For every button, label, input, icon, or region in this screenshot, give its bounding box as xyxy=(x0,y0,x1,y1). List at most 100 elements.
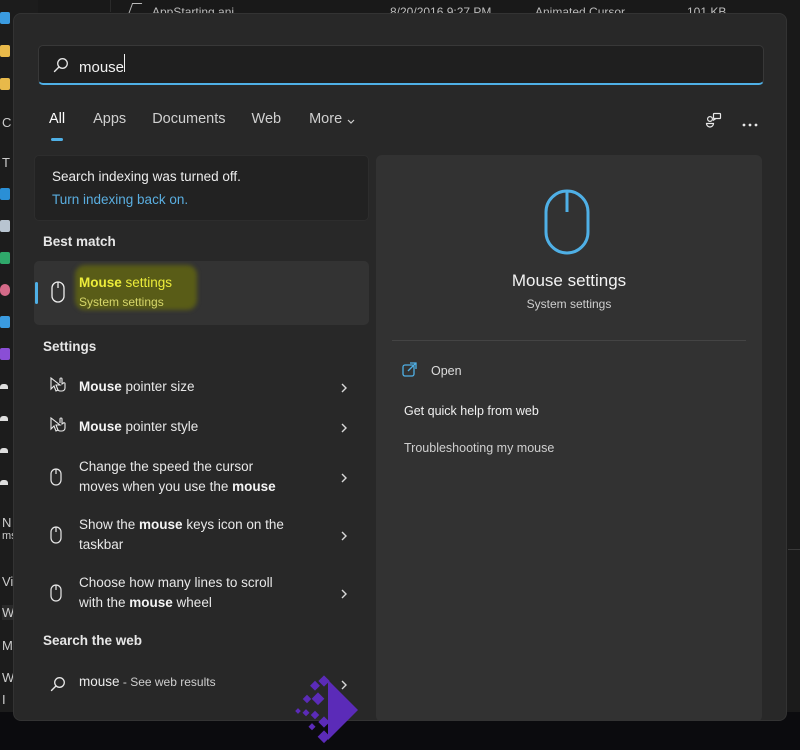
feedback-icon xyxy=(705,112,723,135)
music-icon xyxy=(0,284,10,296)
setting-label: Show the mouse keys icon on the taskbar xyxy=(79,515,324,555)
tab-label: All xyxy=(49,111,66,127)
divider xyxy=(788,549,800,550)
keyword-bold: mouse xyxy=(129,595,173,610)
keyword-bold: Mouse xyxy=(79,379,122,394)
search-input[interactable]: mouse xyxy=(79,53,679,76)
chevron-right-icon xyxy=(340,587,348,599)
nav-label: T xyxy=(2,155,10,170)
web-query: mouse xyxy=(79,674,120,689)
keyword-bold: mouse xyxy=(232,479,276,494)
drive-icon xyxy=(0,448,8,453)
indexing-notice-text: Search indexing was turned off. xyxy=(52,169,241,184)
videos-icon xyxy=(0,348,10,360)
setting-mouse-pointer-style[interactable]: Mouse pointer style xyxy=(34,414,369,440)
web-suffix: - See web results xyxy=(119,675,216,689)
setting-mouse-keys-icon[interactable]: Show the mouse keys icon on the taskbar xyxy=(34,515,369,559)
setting-label: Mouse pointer style xyxy=(79,417,324,437)
label-rest: pointer style xyxy=(121,419,199,434)
chevron-right-icon xyxy=(340,381,348,393)
best-match-title-bold: Mouse xyxy=(79,275,122,290)
label-line-2: moves when you use the xyxy=(79,479,233,494)
chevron-right-icon xyxy=(340,421,348,433)
mouse-icon xyxy=(50,468,62,491)
mouse-icon xyxy=(50,526,62,549)
best-match-subtitle: System settings xyxy=(79,295,164,309)
chevron-right-icon xyxy=(340,529,348,541)
more-options-button[interactable] xyxy=(736,109,764,137)
text-caret xyxy=(124,53,126,72)
mouse-icon xyxy=(50,584,62,607)
drive-icon xyxy=(0,416,8,421)
desktop-icon xyxy=(0,188,10,200)
label-line-1: Show the xyxy=(79,517,140,532)
best-match-result[interactable]: Mouse settings System settings xyxy=(34,261,369,325)
tab-label: Web xyxy=(251,111,282,127)
label-line-2: taskbar xyxy=(79,537,124,552)
tab-label: Documents xyxy=(152,111,226,127)
chevron-down-icon xyxy=(346,114,356,124)
open-label: Open xyxy=(431,364,462,378)
chevron-right-icon xyxy=(340,471,348,483)
detail-title: Mouse settings xyxy=(511,271,627,290)
settings-heading: Settings xyxy=(43,339,97,354)
nav-label: M xyxy=(2,638,13,653)
keyword-bold: mouse xyxy=(139,517,183,532)
label-rest: pointer size xyxy=(121,379,195,394)
label-line-1: Choose how many lines to scroll xyxy=(79,575,273,590)
best-match-title: Mouse settings xyxy=(79,275,172,290)
result-detail-pane: Mouse settings System settings Open Get … xyxy=(376,155,762,720)
documents-icon xyxy=(0,220,10,232)
drive-icon xyxy=(0,384,8,389)
flyout-toolbar xyxy=(692,109,764,137)
setting-cursor-speed[interactable]: Change the speed the cursor moves when y… xyxy=(34,457,369,501)
setting-scroll-lines[interactable]: Choose how many lines to scroll with the… xyxy=(34,573,369,617)
detail-subtitle: System settings xyxy=(526,297,612,311)
troubleshooting-link[interactable]: Troubleshooting my mouse xyxy=(404,441,554,455)
pointer-icon xyxy=(50,416,68,438)
divider xyxy=(392,340,746,341)
tab-web[interactable]: Web xyxy=(241,109,293,129)
indexing-notice: Search indexing was turned off. Turn ind… xyxy=(34,155,369,221)
desktop: C T N ms Vi W M W I AppStarting.ani 8/20… xyxy=(0,0,800,750)
nav-label: I xyxy=(2,692,6,707)
nav-label: C xyxy=(2,115,12,130)
tab-label: Apps xyxy=(93,111,127,127)
folder-icon xyxy=(0,78,10,90)
tab-label: More xyxy=(309,111,343,127)
quick-help-link[interactable]: Get quick help from web xyxy=(404,404,539,418)
feedback-button[interactable] xyxy=(700,109,728,137)
best-match-title-rest: settings xyxy=(121,275,173,290)
pictures-icon xyxy=(0,12,10,24)
mouse-icon xyxy=(51,281,65,308)
web-result-label: mouse - See web results xyxy=(79,674,216,689)
search-query-text: mouse xyxy=(79,58,125,76)
pictures-icon xyxy=(0,316,10,328)
nav-label: N xyxy=(2,515,12,530)
tab-all[interactable]: All xyxy=(38,109,76,141)
setting-mouse-pointer-size[interactable]: Mouse pointer size xyxy=(34,374,369,400)
tab-apps[interactable]: Apps xyxy=(82,109,137,129)
setting-label: Mouse pointer size xyxy=(79,377,324,397)
search-icon xyxy=(50,676,66,697)
mouse-icon xyxy=(544,189,590,260)
more-options-icon xyxy=(742,114,758,132)
pointer-icon xyxy=(50,376,68,398)
tab-more[interactable]: More xyxy=(298,109,367,129)
search-box[interactable]: mouse xyxy=(38,45,764,85)
setting-label: Change the speed the cursor moves when y… xyxy=(79,457,324,497)
search-web-heading: Search the web xyxy=(43,633,143,648)
tab-documents[interactable]: Documents xyxy=(141,109,236,129)
label-rest: wheel xyxy=(172,595,212,610)
open-action[interactable]: Open xyxy=(402,362,462,380)
divider xyxy=(110,0,111,12)
best-match-heading: Best match xyxy=(43,234,116,249)
nav-label: Vi xyxy=(2,574,14,589)
keyword-bold: Mouse xyxy=(79,419,122,434)
filter-tabs: All Apps Documents Web More xyxy=(38,109,391,141)
folder-icon xyxy=(0,45,10,57)
setting-label: Choose how many lines to scroll with the… xyxy=(79,573,324,613)
drive-icon xyxy=(0,480,8,485)
turn-indexing-on-link[interactable]: Turn indexing back on. xyxy=(52,192,351,207)
label-line-1: Change the speed the cursor xyxy=(79,459,254,474)
